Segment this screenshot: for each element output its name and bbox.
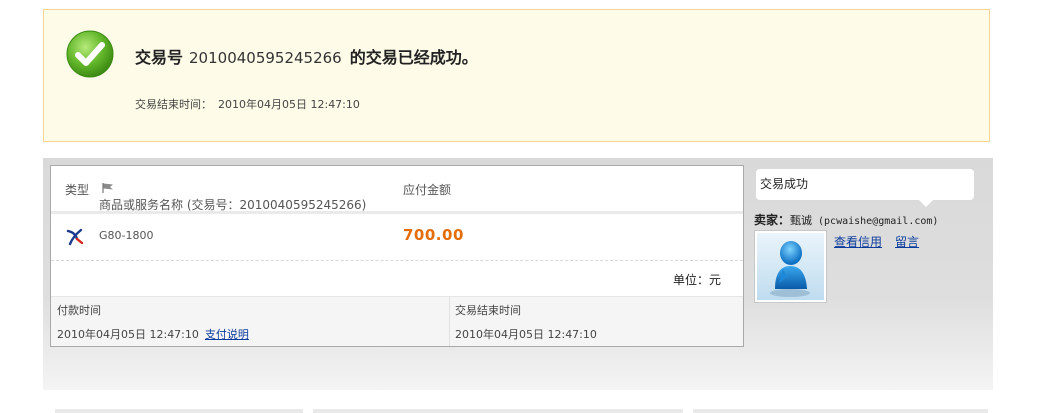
- flag-icon: [102, 183, 113, 193]
- time-table-row: 2010年04月05日 12:47:10 支付说明 2010年04月05日 12:…: [51, 321, 743, 346]
- item-price: 700.00: [403, 226, 464, 244]
- banner-end-time: 交易结束时间： 2010年04月05日 12:47:10: [135, 96, 360, 112]
- status-box-pointer: [919, 200, 933, 207]
- title-suffix: 的交易已经成功。: [349, 48, 478, 67]
- seller-email: (pcwaishe@gmail.com): [818, 216, 939, 227]
- item-name: G80-1800: [99, 229, 154, 242]
- order-table: 类型 商品或服务名称 (交易号：2010040595245266) 应付金额 G…: [50, 165, 744, 347]
- bottom-bar-1: [55, 409, 303, 413]
- end-time-col-value: 2010年04月05日 12:47:10: [455, 328, 597, 341]
- time-table: 付款时间 交易结束时间 2010年04月05日 12:47:10 支付说明 201…: [51, 296, 743, 346]
- pay-note-link[interactable]: 支付说明: [205, 328, 249, 341]
- seller-info: 卖家：甄诚 (pcwaishe@gmail.com): [754, 211, 938, 228]
- column-divider: [449, 296, 450, 346]
- trade-number: 2010040595245266: [189, 49, 342, 67]
- order-item-row: G80-1800 700.00: [51, 214, 743, 261]
- time-table-header: 付款时间 交易结束时间: [51, 296, 743, 323]
- order-header: 类型 商品或服务名称 (交易号：2010040595245266) 应付金额: [51, 166, 743, 214]
- view-credit-link[interactable]: 查看信用: [834, 233, 882, 250]
- pay-time-cell: 2010年04月05日 12:47:10 支付说明: [57, 326, 249, 342]
- order-panel: 类型 商品或服务名称 (交易号：2010040595245266) 应付金额 G…: [43, 158, 993, 390]
- user-avatar-icon: [757, 233, 824, 300]
- success-check-icon: [66, 30, 114, 78]
- header-name-text: 商品或服务名称 (交易号：2010040595245266): [99, 198, 367, 212]
- end-time-col-label: 交易结束时间: [455, 304, 521, 317]
- trade-status-box: 交易成功: [756, 169, 974, 200]
- header-type: 类型: [65, 183, 90, 197]
- header-name: 商品或服务名称 (交易号：2010040595245266): [99, 181, 366, 212]
- end-time-label: 交易结束时间：: [135, 98, 212, 111]
- title-prefix: 交易号: [135, 48, 184, 67]
- merchant-logo-icon: [66, 228, 84, 246]
- leave-message-link[interactable]: 留言: [895, 233, 919, 250]
- pay-time-label: 付款时间: [57, 304, 101, 317]
- currency-unit: 单位：元: [672, 273, 721, 287]
- banner-title: 交易号 2010040595245266 的交易已经成功。: [135, 44, 478, 68]
- seller-name: 甄诚: [790, 214, 813, 227]
- seller-avatar: [754, 230, 827, 303]
- bottom-bar-3: [693, 409, 988, 413]
- pay-time-value: 2010年04月05日 12:47:10: [57, 328, 199, 341]
- bottom-bar-2: [313, 409, 683, 413]
- success-banner: 交易号 2010040595245266 的交易已经成功。 交易结束时间： 2010年…: [43, 9, 990, 142]
- header-amount: 应付金额: [403, 183, 452, 197]
- seller-label: 卖家：: [754, 213, 791, 227]
- end-time-value: 2010年04月05日 12:47:10: [218, 98, 360, 111]
